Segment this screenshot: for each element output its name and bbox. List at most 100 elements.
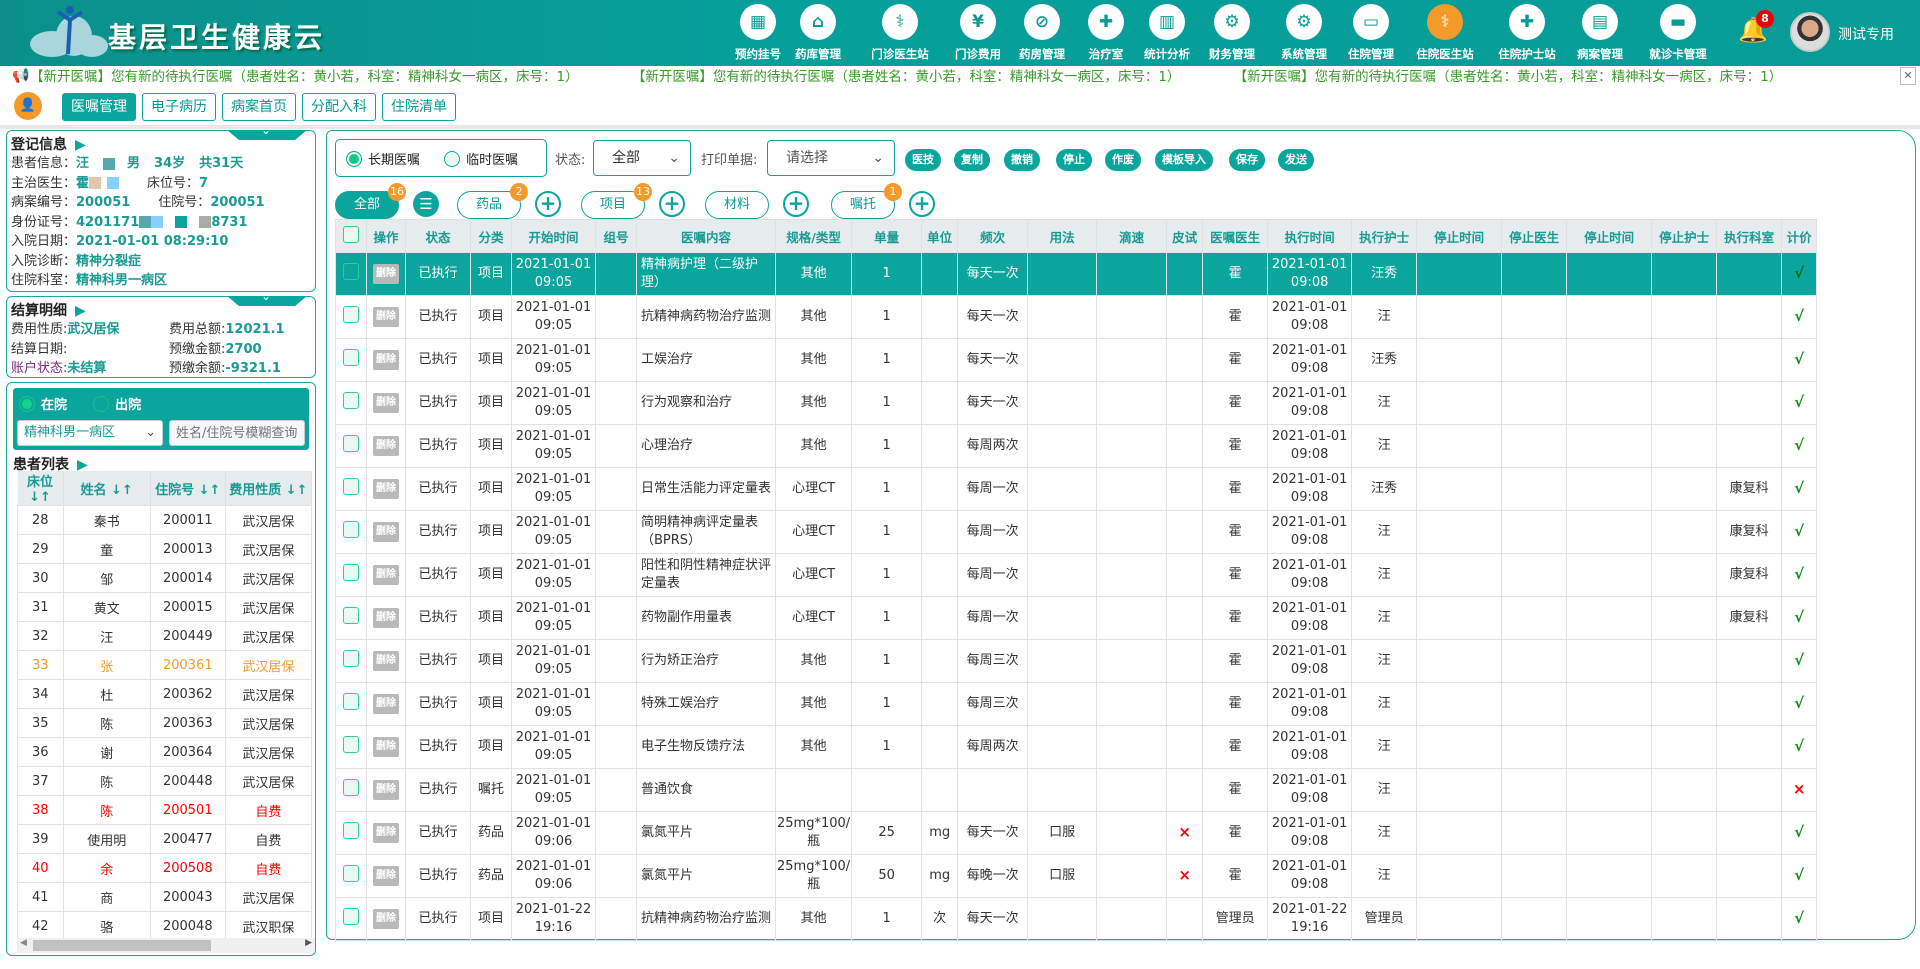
filter-drugs[interactable]: 药品2 bbox=[457, 191, 521, 219]
filter-all[interactable]: 全部16 bbox=[335, 191, 399, 219]
row-select[interactable] bbox=[336, 339, 367, 382]
delete-button[interactable]: 删除 bbox=[373, 780, 399, 800]
delete-button[interactable]: 删除 bbox=[373, 866, 399, 886]
order-row[interactable]: 删除已执行药品2021-01-01 09:06氯氮平片25mg*100/瓶50m… bbox=[336, 855, 1817, 898]
order-row[interactable]: 删除已执行嘱托2021-01-01 09:05普通饮食霍2021-01-01 0… bbox=[336, 769, 1817, 812]
checkbox[interactable] bbox=[343, 226, 359, 243]
filter-materials[interactable]: 材料 bbox=[705, 191, 769, 219]
delete-button[interactable]: 删除 bbox=[373, 608, 399, 628]
checkbox[interactable] bbox=[343, 650, 359, 667]
menu-icon[interactable]: ☰ bbox=[413, 191, 439, 217]
checkbox[interactable] bbox=[343, 908, 359, 925]
delete-button[interactable]: 删除 bbox=[373, 694, 399, 714]
close-icon[interactable]: ✕ bbox=[1900, 67, 1916, 85]
order-row[interactable]: 删除已执行项目2021-01-01 09:05日常生活能力评定量表心理CT1每周… bbox=[336, 468, 1817, 511]
add-material-icon[interactable]: + bbox=[783, 191, 809, 217]
action-button[interactable]: 作废 bbox=[1105, 149, 1141, 171]
order-row[interactable]: 删除已执行项目2021-01-01 09:05药物副作用量表心理CT1每周一次霍… bbox=[336, 597, 1817, 640]
tab-inpatient-list[interactable]: 住院清单 bbox=[382, 93, 456, 121]
radio-in-hospital[interactable]: 在院 bbox=[19, 394, 67, 413]
checkbox[interactable] bbox=[343, 263, 359, 280]
nav-item-4[interactable]: ⊘药房管理 bbox=[1007, 4, 1077, 62]
patient-row[interactable]: 29童200013武汉居保 bbox=[18, 535, 312, 564]
collapse-toggle[interactable] bbox=[227, 130, 307, 140]
delete-button[interactable]: 删除 bbox=[373, 565, 399, 585]
nav-item-6[interactable]: ▥统计分析 bbox=[1132, 4, 1202, 62]
action-button[interactable]: 保存 bbox=[1229, 149, 1265, 171]
patient-row[interactable]: 28秦书200011武汉居保 bbox=[18, 506, 312, 535]
order-row[interactable]: 删除已执行项目2021-01-01 09:05简明精神病评定量表（BPRS）心理… bbox=[336, 511, 1817, 554]
row-select[interactable] bbox=[336, 554, 367, 597]
order-row[interactable]: 删除已执行项目2021-01-01 09:05特殊工娱治疗其他1每周三次霍202… bbox=[336, 683, 1817, 726]
order-row[interactable]: 删除已执行项目2021-01-01 09:05电子生物反馈疗法其他1每周两次霍2… bbox=[336, 726, 1817, 769]
delete-button[interactable]: 删除 bbox=[373, 522, 399, 542]
checkbox[interactable] bbox=[343, 306, 359, 323]
ward-select[interactable]: 精神科男一病区⌄ bbox=[17, 420, 163, 446]
row-select[interactable] bbox=[336, 640, 367, 683]
nav-item-8[interactable]: ⚙系统管理 bbox=[1269, 4, 1339, 62]
action-button[interactable]: 模板导入 bbox=[1155, 149, 1213, 171]
print-select[interactable]: 请选择⌄ bbox=[767, 140, 895, 176]
collapse-toggle[interactable] bbox=[227, 296, 307, 306]
checkbox[interactable] bbox=[343, 564, 359, 581]
select-all-checkbox[interactable] bbox=[336, 220, 367, 253]
filter-instructions[interactable]: 嘱托1 bbox=[831, 191, 895, 219]
horizontal-scrollbar[interactable]: ◀▶ bbox=[17, 938, 315, 953]
user-name[interactable]: 测试专用 bbox=[1838, 24, 1894, 44]
checkbox[interactable] bbox=[343, 607, 359, 624]
action-button[interactable]: 医技 bbox=[905, 149, 941, 171]
delete-button[interactable]: 删除 bbox=[373, 479, 399, 499]
tab-orders[interactable]: 医嘱管理 bbox=[62, 93, 136, 121]
delete-button[interactable]: 删除 bbox=[373, 350, 399, 370]
row-select[interactable] bbox=[336, 683, 367, 726]
patient-row[interactable]: 42骆200048武汉职保 bbox=[18, 912, 312, 941]
tab-case-home[interactable]: 病案首页 bbox=[222, 93, 296, 121]
delete-button[interactable]: 删除 bbox=[373, 307, 399, 327]
patient-row[interactable]: 30邹200014武汉居保 bbox=[18, 564, 312, 593]
filter-items[interactable]: 项目13 bbox=[581, 191, 645, 219]
row-select[interactable] bbox=[336, 855, 367, 898]
action-button[interactable]: 撤销 bbox=[1004, 149, 1040, 171]
notification-marquee[interactable]: 【新开医嘱】您有新的待执行医嘱（患者姓名：黄小若，科室：精神科女一病区，床号：1… bbox=[30, 67, 1900, 87]
nav-item-3[interactable]: ¥门诊费用 bbox=[943, 4, 1013, 62]
action-button[interactable]: 停止 bbox=[1056, 149, 1092, 171]
checkbox[interactable] bbox=[343, 779, 359, 796]
row-select[interactable] bbox=[336, 253, 367, 296]
delete-button[interactable]: 删除 bbox=[373, 436, 399, 456]
patient-row[interactable]: 38陈200501自费 bbox=[18, 796, 312, 825]
nav-item-1[interactable]: ⌂药库管理 bbox=[783, 4, 853, 62]
add-instruction-icon[interactable]: + bbox=[909, 191, 935, 217]
radio-long-term[interactable]: 长期医嘱 bbox=[346, 149, 420, 168]
sort-name[interactable]: 姓名 ↓↑ bbox=[63, 471, 150, 506]
delete-button[interactable]: 删除 bbox=[373, 909, 399, 929]
avatar[interactable] bbox=[1790, 12, 1830, 52]
patient-row[interactable]: 32汪200449武汉居保 bbox=[18, 622, 312, 651]
order-row[interactable]: 删除已执行项目2021-01-01 09:05心理治疗其他1每周两次霍2021-… bbox=[336, 425, 1817, 468]
row-select[interactable] bbox=[336, 812, 367, 855]
patient-row[interactable]: 33张200361武汉居保 bbox=[18, 651, 312, 680]
patient-row[interactable]: 31黄文200015武汉居保 bbox=[18, 593, 312, 622]
row-select[interactable] bbox=[336, 769, 367, 812]
checkbox[interactable] bbox=[343, 521, 359, 538]
patient-row[interactable]: 35陈200363武汉居保 bbox=[18, 709, 312, 738]
checkbox[interactable] bbox=[343, 478, 359, 495]
patient-row[interactable]: 37陈200448武汉居保 bbox=[18, 767, 312, 796]
nav-item-5[interactable]: ✚治疗室 bbox=[1071, 4, 1141, 62]
nav-item-11[interactable]: ✚住院护士站 bbox=[1492, 4, 1562, 62]
patient-row[interactable]: 39使用明200477自费 bbox=[18, 825, 312, 854]
row-select[interactable] bbox=[336, 382, 367, 425]
add-drug-icon[interactable]: + bbox=[535, 191, 561, 217]
nav-item-10[interactable]: ⚕住院医生站 bbox=[1410, 4, 1480, 62]
delete-button[interactable]: 删除 bbox=[373, 823, 399, 843]
row-select[interactable] bbox=[336, 726, 367, 769]
status-select[interactable]: 全部⌄ bbox=[593, 140, 691, 176]
action-button[interactable]: 复制 bbox=[954, 149, 990, 171]
delete-button[interactable]: 删除 bbox=[373, 264, 399, 284]
row-select[interactable] bbox=[336, 425, 367, 468]
order-row[interactable]: 删除已执行项目2021-01-01 09:05行为观察和治疗其他1每天一次霍20… bbox=[336, 382, 1817, 425]
checkbox[interactable] bbox=[343, 865, 359, 882]
row-select[interactable] bbox=[336, 511, 367, 554]
order-row[interactable]: 删除已执行项目2021-01-01 09:05抗精神病药物治疗监测其他1每天一次… bbox=[336, 296, 1817, 339]
delete-button[interactable]: 删除 bbox=[373, 737, 399, 757]
nav-item-13[interactable]: ▬就诊卡管理 bbox=[1643, 4, 1713, 62]
